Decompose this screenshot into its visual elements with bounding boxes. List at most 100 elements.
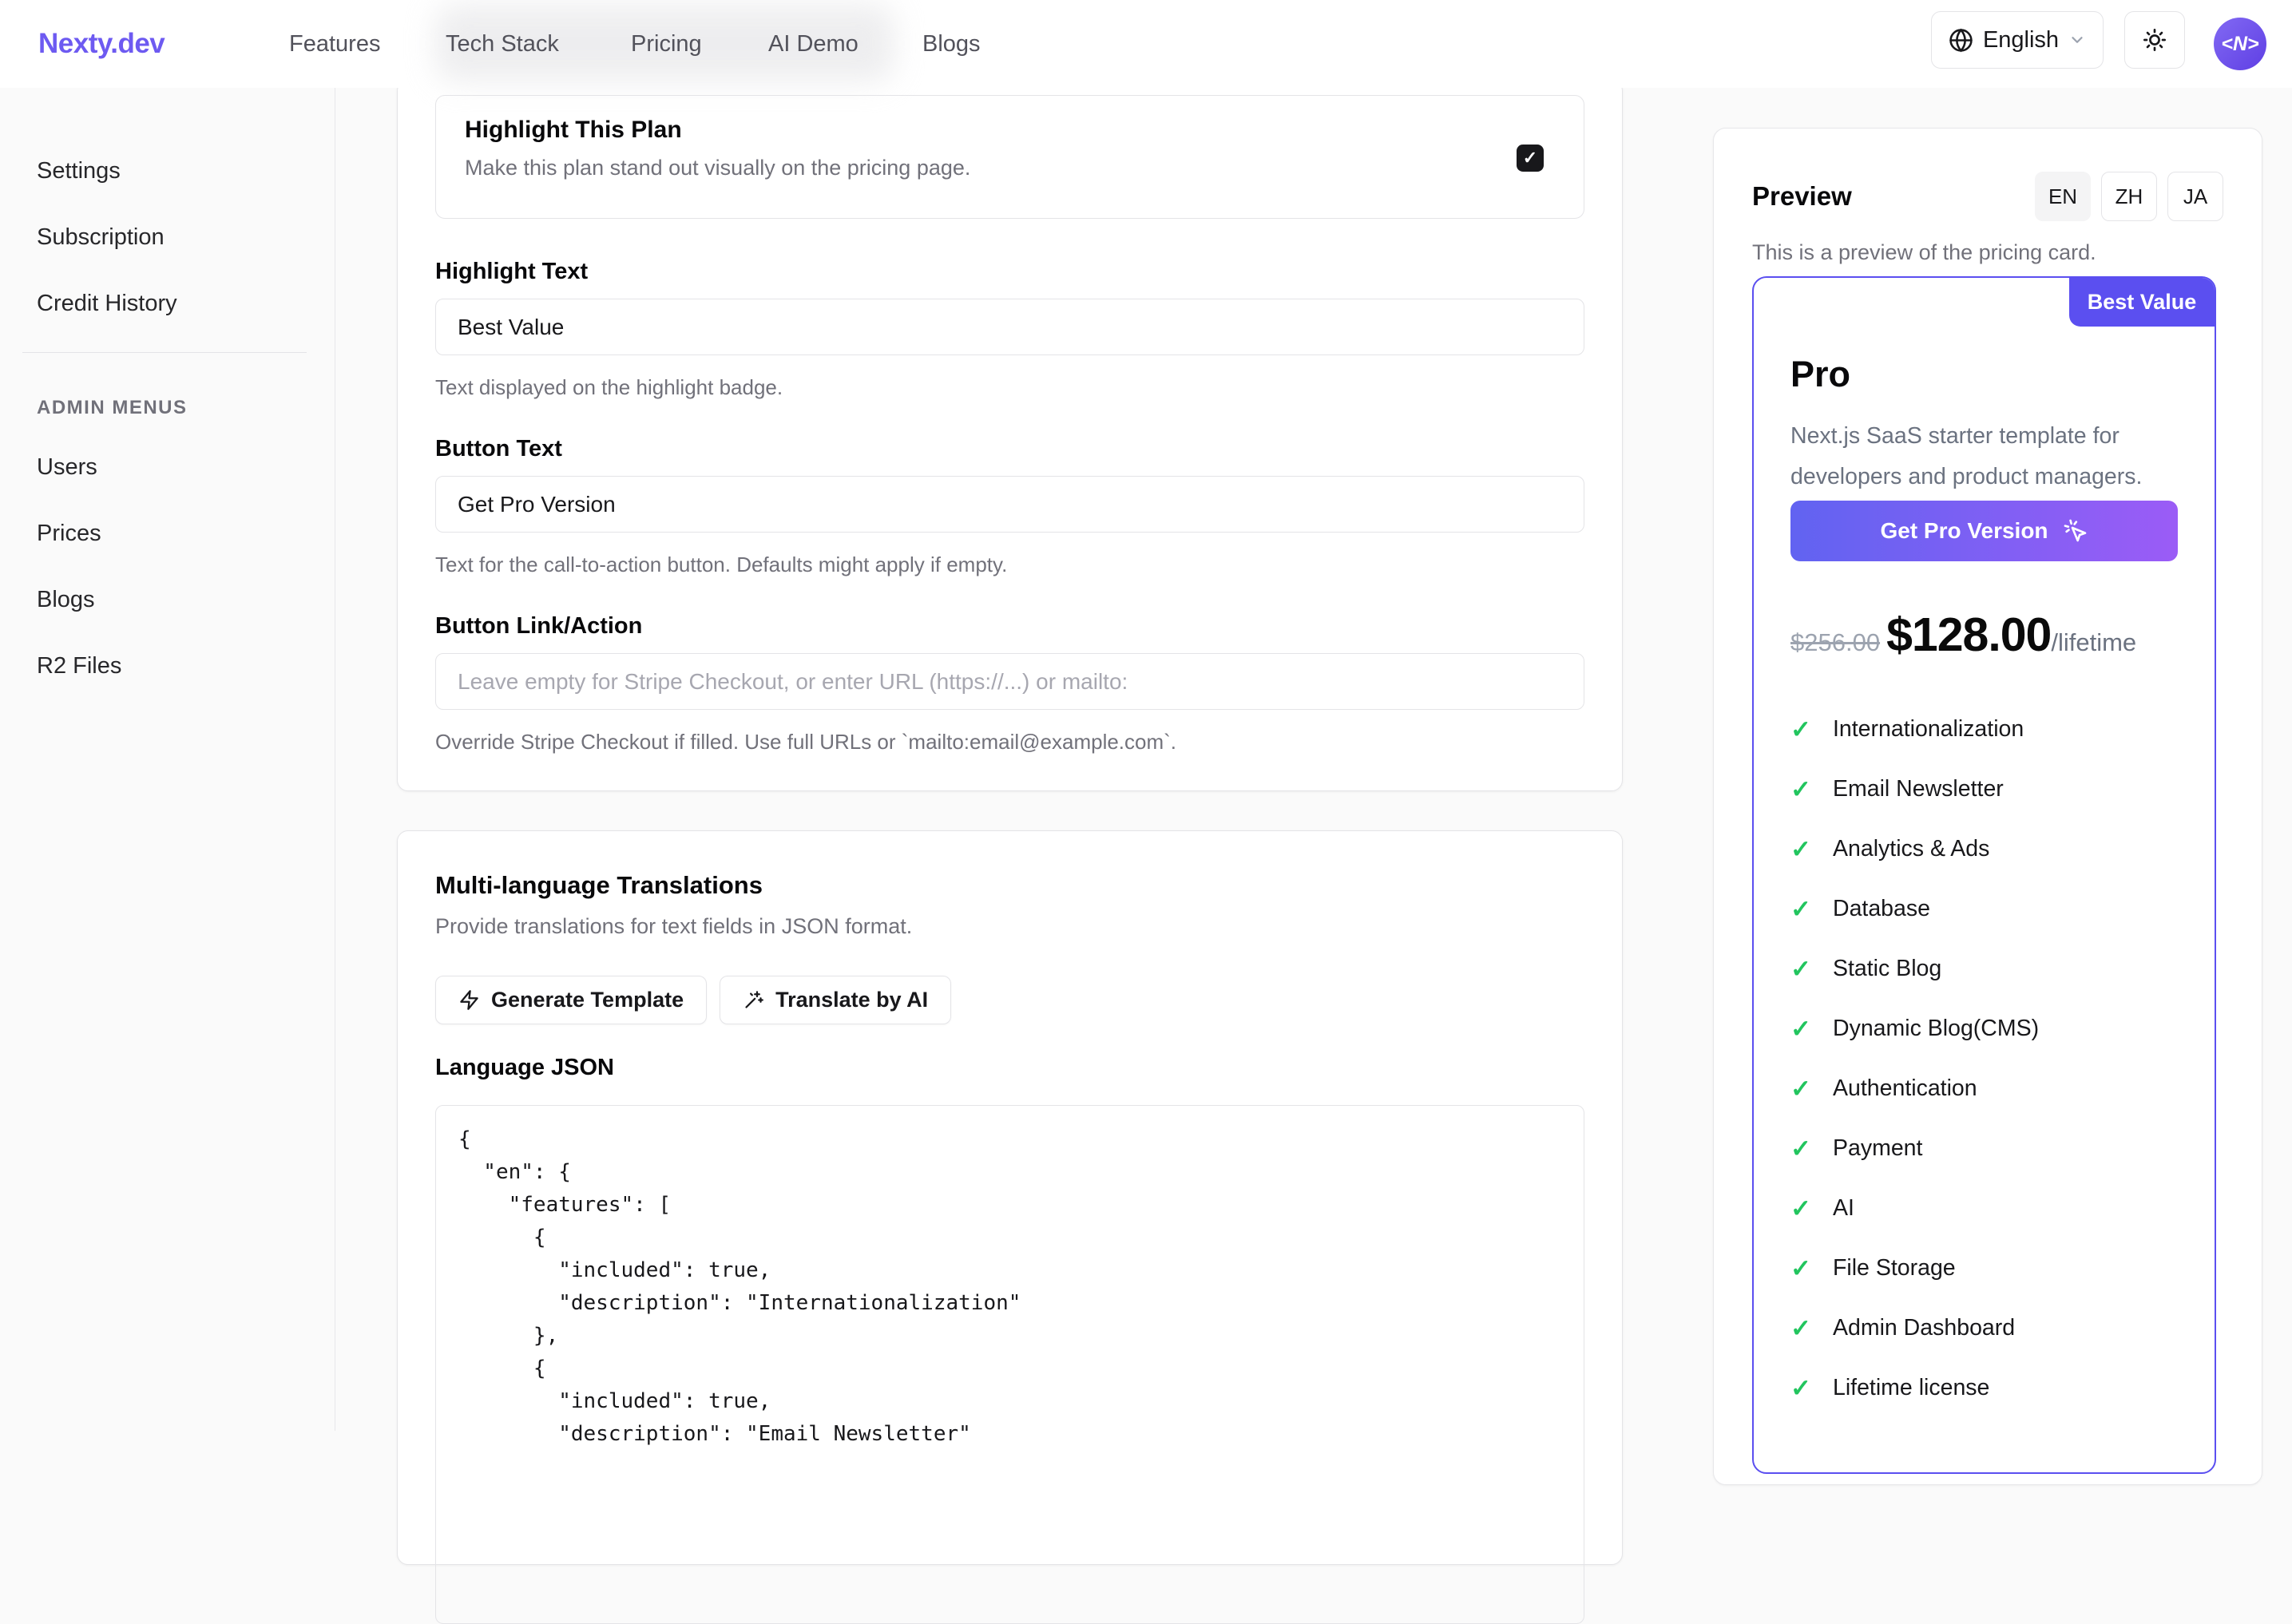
nav-link[interactable]: Tech Stack <box>446 0 559 88</box>
sidebar-item[interactable]: Blogs <box>37 582 335 617</box>
nav-link[interactable]: AI Demo <box>768 0 859 88</box>
button-text-label: Button Text <box>435 436 1584 463</box>
check-icon: ✓ <box>1790 957 1811 981</box>
sidebar-user-items: Settings Subscription Credit History <box>37 153 335 321</box>
theme-toggle-button[interactable] <box>2124 11 2185 69</box>
json-line: }, <box>458 1320 1561 1353</box>
check-icon: ✓ <box>1523 148 1537 168</box>
logo[interactable]: Nexty.dev <box>38 0 165 88</box>
json-line: "description": "Email Newsletter" <box>458 1418 1561 1451</box>
check-icon: ✓ <box>1790 1016 1811 1041</box>
translations-card: Multi-language Translations Provide tran… <box>397 830 1623 1565</box>
check-icon: ✓ <box>1790 1196 1811 1221</box>
generate-template-label: Generate Template <box>491 988 684 1012</box>
chevron-down-icon <box>2068 31 2086 49</box>
feature-label: Email Newsletter <box>1833 776 2004 802</box>
avatar[interactable]: <N> <box>2214 18 2266 70</box>
sidebar: Settings Subscription Credit History ADMIN… <box>0 88 335 1431</box>
tab-ja[interactable]: JA <box>2167 172 2223 221</box>
json-line: "included": true, <box>458 1254 1561 1287</box>
highlight-text-input[interactable] <box>435 299 1584 355</box>
generate-template-button[interactable]: Generate Template <box>435 976 707 1024</box>
feature-row: ✓ Payment <box>1790 1134 2178 1163</box>
wand-sparkles-icon <box>743 989 764 1011</box>
feature-label: Internationalization <box>1833 716 2024 743</box>
check-icon: ✓ <box>1790 1076 1811 1101</box>
feature-row: ✓ Lifetime license <box>1790 1373 2178 1402</box>
feature-label: Database <box>1833 896 1930 922</box>
plan-name: Pro <box>1790 354 2178 395</box>
get-pro-version-button[interactable]: Get Pro Version <box>1790 501 2178 561</box>
sun-icon <box>2142 27 2167 53</box>
nav-link[interactable]: Blogs <box>922 0 981 88</box>
sidebar-item[interactable]: Users <box>37 450 335 485</box>
feature-row: ✓ Admin Dashboard <box>1790 1313 2178 1342</box>
language-label: English <box>1983 27 2059 53</box>
translate-by-ai-label: Translate by AI <box>775 988 928 1012</box>
language-json-editor[interactable]: { "en": { "features": [ { "included": tr… <box>435 1105 1584 1624</box>
highlight-plan-box: Highlight This Plan Make this plan stand… <box>435 95 1584 219</box>
check-icon: ✓ <box>1790 897 1811 921</box>
tab-en[interactable]: EN <box>2035 172 2091 221</box>
translate-by-ai-button[interactable]: Translate by AI <box>720 976 951 1024</box>
feature-row: ✓ Analytics & Ads <box>1790 834 2178 863</box>
highlight-plan-description: Make this plan stand out visually on the… <box>465 156 1555 180</box>
feature-label: Dynamic Blog(CMS) <box>1833 1016 2039 1042</box>
check-icon: ✓ <box>1790 837 1811 862</box>
price-interval: /lifetime <box>2051 628 2136 657</box>
sidebar-divider <box>22 352 307 353</box>
feature-label: Admin Dashboard <box>1833 1315 2015 1341</box>
language-json-label: Language JSON <box>435 1055 1584 1081</box>
feature-label: File Storage <box>1833 1255 1956 1281</box>
sidebar-admin-items: Users Prices Blogs R2 Files <box>37 450 335 683</box>
sidebar-item[interactable]: Credit History <box>37 286 335 321</box>
button-link-label: Button Link/Action <box>435 613 1584 640</box>
nav-link[interactable]: Pricing <box>631 0 702 88</box>
tab-zh[interactable]: ZH <box>2101 172 2157 221</box>
button-text-helper: Text for the call-to-action button. Defa… <box>435 553 1584 573</box>
sidebar-item[interactable]: Subscription <box>37 220 335 255</box>
mouse-pointer-click-icon <box>2063 518 2088 544</box>
language-selector[interactable]: English <box>1931 11 2104 69</box>
nav-link[interactable]: Features <box>289 0 380 88</box>
preview-subtitle: This is a preview of the pricing card. <box>1752 240 2223 265</box>
feature-row: ✓ Static Blog <box>1790 954 2178 983</box>
translations-title: Multi-language Translations <box>435 871 1584 900</box>
highlight-plan-title: Highlight This Plan <box>465 117 1555 144</box>
sidebar-section-label: ADMIN MENUS <box>37 397 335 419</box>
plan-settings-card: Highlight This Plan Make this plan stand… <box>397 80 1623 791</box>
sidebar-item[interactable]: R2 Files <box>37 648 335 683</box>
current-price: $128.00 <box>1886 608 2051 662</box>
feature-row: ✓ File Storage <box>1790 1254 2178 1282</box>
highlight-plan-checkbox[interactable]: ✓ <box>1517 145 1544 172</box>
feature-label: Analytics & Ads <box>1833 836 1989 862</box>
button-link-helper: Override Stripe Checkout if filled. Use … <box>435 730 1584 751</box>
button-link-input[interactable] <box>435 653 1584 710</box>
best-value-badge: Best Value <box>2069 278 2215 327</box>
sidebar-item[interactable]: Settings <box>37 153 335 188</box>
sidebar-item[interactable]: Prices <box>37 516 335 551</box>
feature-row: ✓ Database <box>1790 894 2178 923</box>
json-line: "en": { <box>458 1156 1561 1189</box>
json-line: { <box>458 1353 1561 1385</box>
cta-label: Get Pro Version <box>1880 518 2048 544</box>
original-price: $256.00 <box>1790 628 1880 657</box>
check-icon: ✓ <box>1790 717 1811 742</box>
pricing-card: Best Value Pro Next.js SaaS starter temp… <box>1752 276 2216 1474</box>
button-text-input[interactable] <box>435 476 1584 533</box>
preview-header: Preview EN ZH JA <box>1752 170 2223 223</box>
feature-row: ✓ Email Newsletter <box>1790 774 2178 803</box>
preview-panel: Preview EN ZH JA This is a preview of th… <box>1713 128 2262 1485</box>
check-icon: ✓ <box>1790 1136 1811 1161</box>
feature-row: ✓ Dynamic Blog(CMS) <box>1790 1014 2178 1043</box>
json-line: { <box>458 1222 1561 1254</box>
top-navbar: Nexty.dev Features Tech Stack Pricing AI De… <box>0 0 2292 88</box>
translations-actions: Generate Template Translate by AI <box>435 976 1584 1024</box>
preview-title: Preview <box>1752 181 1852 212</box>
json-line: "description": "Internationalization" <box>458 1287 1561 1320</box>
feature-row: ✓ AI <box>1790 1194 2178 1222</box>
feature-row: ✓ Authentication <box>1790 1074 2178 1103</box>
json-line: { <box>458 1123 1561 1156</box>
feature-label: Lifetime license <box>1833 1375 1989 1401</box>
lightning-icon <box>458 989 480 1011</box>
